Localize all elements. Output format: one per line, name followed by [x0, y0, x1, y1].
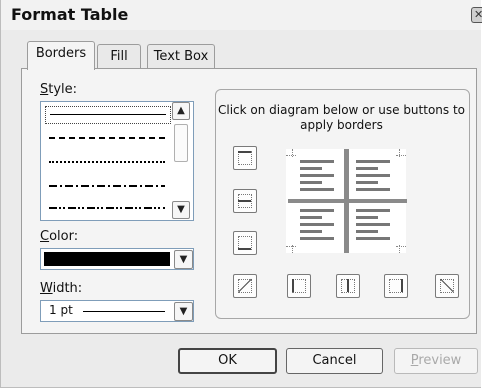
- close-icon[interactable]: ✕: [471, 7, 482, 23]
- tab-borders[interactable]: Borders: [27, 41, 95, 70]
- border-right-icon[interactable]: [384, 274, 408, 298]
- chevron-down-icon[interactable]: ▼: [174, 250, 193, 269]
- cancel-button[interactable]: Cancel: [286, 348, 383, 374]
- style-option-solid[interactable]: [45, 106, 171, 124]
- diagonal-up-icon[interactable]: [233, 274, 257, 298]
- style-list-scrollbar[interactable]: ▲ ▼: [172, 102, 190, 219]
- width-value: 1 pt: [49, 303, 73, 317]
- scroll-down-icon[interactable]: ▼: [172, 201, 190, 219]
- diagram-instructions: Click on diagram below or use buttons to…: [217, 103, 466, 132]
- format-table-dialog: Format Table ✕ Borders Fill Text Box Sty…: [0, 0, 482, 388]
- title-bar: Format Table ✕: [1, 0, 482, 30]
- color-dropdown[interactable]: ▼: [40, 248, 194, 270]
- preview-inside-vertical-border: [344, 149, 349, 253]
- border-top-icon[interactable]: [233, 146, 257, 170]
- style-option-dotted[interactable]: [45, 154, 169, 170]
- border-left-icon[interactable]: [287, 274, 311, 298]
- chevron-down-icon[interactable]: ▼: [174, 302, 193, 321]
- border-inside-vertical-icon[interactable]: [336, 274, 360, 298]
- tab-text-box[interactable]: Text Box: [147, 44, 215, 69]
- dialog-title: Format Table: [11, 5, 129, 24]
- style-label: Style:: [40, 82, 78, 97]
- width-sample-line: [83, 311, 165, 312]
- style-option-dash-dot[interactable]: [45, 178, 169, 194]
- scroll-thumb[interactable]: [174, 124, 188, 162]
- style-list[interactable]: [40, 101, 194, 221]
- border-inside-horizontal-icon[interactable]: [233, 189, 257, 213]
- diagonal-down-icon[interactable]: [435, 274, 459, 298]
- border-bottom-icon[interactable]: [233, 231, 257, 255]
- width-label: Width:: [40, 281, 83, 296]
- scroll-up-icon[interactable]: ▲: [172, 102, 190, 120]
- ok-button[interactable]: OK: [178, 348, 277, 374]
- style-option-dashed[interactable]: [45, 130, 169, 146]
- tab-fill[interactable]: Fill: [97, 44, 141, 69]
- style-option-dash-dot-dot[interactable]: [45, 200, 169, 216]
- color-label: Color:: [40, 229, 79, 244]
- width-dropdown[interactable]: 1 pt ▼: [40, 300, 194, 322]
- color-swatch: [44, 252, 170, 266]
- preview-button[interactable]: Preview: [394, 348, 478, 374]
